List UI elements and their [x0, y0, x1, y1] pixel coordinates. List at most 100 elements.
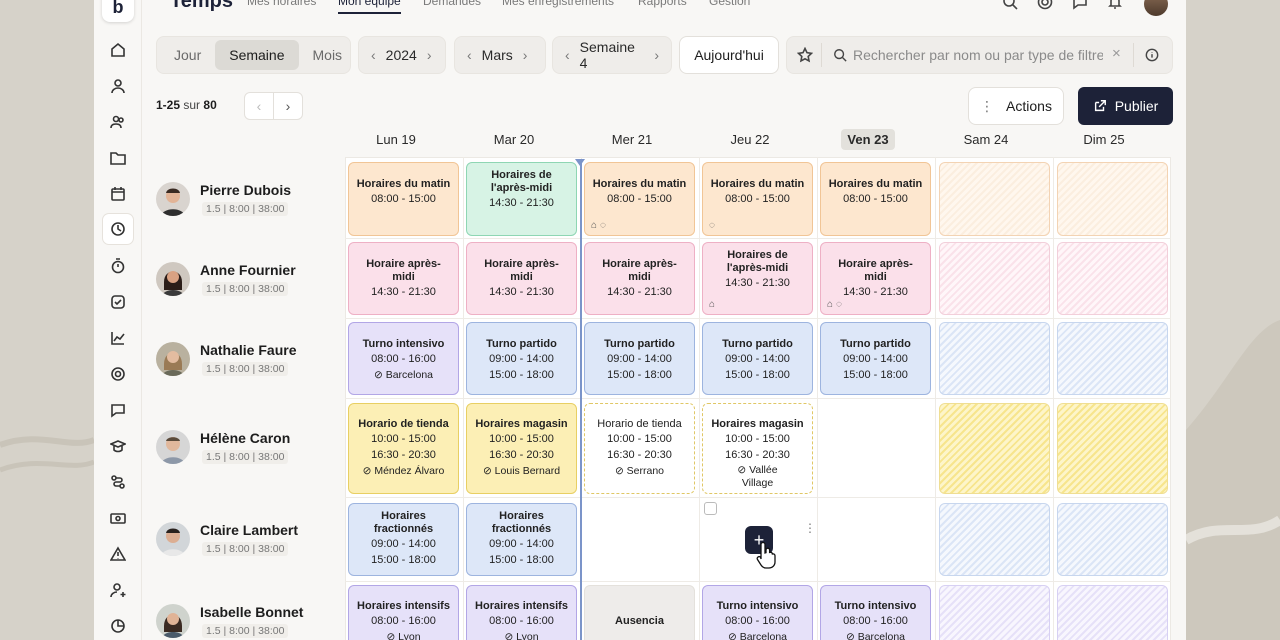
add-user-icon[interactable] [106, 578, 130, 602]
pagination-text: 1-25 sur 80 [156, 98, 217, 112]
weekend-cell[interactable] [1057, 162, 1168, 236]
weekend-cell[interactable] [1057, 403, 1168, 494]
weekend-cell[interactable] [939, 403, 1050, 494]
folder-icon[interactable] [106, 146, 130, 170]
user-avatar[interactable] [1144, 0, 1168, 16]
view-month-button[interactable]: Mois [299, 40, 357, 70]
weekend-cell[interactable] [939, 162, 1050, 236]
weekend-cell[interactable] [1057, 322, 1168, 395]
shift-card[interactable]: Horaires de l'après-midi 14:30 - 21:30 ⌂ [702, 242, 813, 315]
shift-card[interactable]: Turno partido 09:00 - 14:00 15:00 - 18:00 [820, 322, 931, 395]
year-label: 2024 [385, 47, 417, 63]
shift-card[interactable]: Turno partido 09:00 - 14:00 15:00 - 18:00 [584, 322, 695, 395]
weekend-cell[interactable] [1057, 585, 1168, 640]
app-logo[interactable]: b [102, 0, 134, 22]
bell-icon[interactable] [1107, 0, 1123, 10]
money-icon[interactable] [106, 506, 130, 530]
shift-card[interactable]: Horaires intensifs 08:00 - 16:00 ⊘ Lyon [466, 585, 577, 640]
shift-card[interactable]: Horaires du matin 08:00 - 15:00 ⌂ ◌ [584, 162, 695, 236]
team-icon[interactable] [106, 110, 130, 134]
employee-row[interactable]: Anne Fournier 1.5 | 8:00 | 38:00 [156, 262, 336, 302]
cell-checkbox[interactable] [704, 502, 717, 515]
absence-card[interactable]: Ausencia [584, 585, 695, 640]
home-icon[interactable] [106, 38, 130, 62]
workflow-icon[interactable] [106, 470, 130, 494]
nav-my-schedules[interactable]: Mes horaires [247, 0, 316, 8]
shift-card[interactable]: Horaires de l'après-midi 14:30 - 21:30 [466, 162, 577, 236]
pie-chart-icon[interactable] [106, 614, 130, 638]
search-input[interactable] [853, 45, 1103, 65]
shift-card[interactable]: Horaire après-midi 14:30 - 21:30 ⌂ ◌ [820, 242, 931, 315]
nav-reports[interactable]: Rapports [638, 0, 687, 8]
clock-icon[interactable] [103, 214, 133, 244]
shift-card[interactable]: Turno partido 09:00 - 14:00 15:00 - 18:00 [702, 322, 813, 395]
shift-card[interactable]: Horaires intensifs 08:00 - 16:00 ⊘ Lyon [348, 585, 459, 640]
weekend-cell[interactable] [939, 242, 1050, 315]
weekend-cell[interactable] [939, 503, 1050, 576]
shift-card[interactable]: Turno partido 09:00 - 14:00 15:00 - 18:00 [466, 322, 577, 395]
chat-icon[interactable] [106, 398, 130, 422]
search-icon[interactable] [1002, 0, 1018, 10]
today-button[interactable]: Aujourd'hui [679, 36, 779, 74]
next-page-button[interactable]: › [273, 92, 303, 120]
nav-requests[interactable]: Demandes [423, 0, 481, 8]
employee-row[interactable]: Hélène Caron 1.5 | 8:00 | 38:00 [156, 430, 336, 470]
view-week-button[interactable]: Semaine [215, 40, 299, 70]
weekend-cell[interactable] [1057, 242, 1168, 315]
view-switcher: Jour Semaine Mois [156, 36, 351, 74]
info-icon[interactable] [1145, 48, 1159, 62]
shift-card-draft[interactable]: Horaires magasin 10:00 - 15:00 16:30 - 20:… [702, 403, 813, 494]
employee-row[interactable]: Claire Lambert 1.5 | 8:00 | 38:00 [156, 522, 336, 562]
shift-card[interactable]: Horaires du matin 08:00 - 15:00 [820, 162, 931, 236]
shift-card[interactable]: Horaires fractionnés 09:00 - 14:00 15:00 -… [348, 503, 459, 576]
shift-card[interactable]: Horaires du matin 08:00 - 15:00 ◌ [702, 162, 813, 236]
shift-card[interactable]: Horaire après-midi 14:30 - 21:30 [466, 242, 577, 315]
shift-card[interactable]: Horaire après-midi 14:30 - 21:30 [348, 242, 459, 315]
checklist-icon[interactable] [106, 290, 130, 314]
kebab-icon[interactable]: ⋮ [804, 521, 816, 535]
brand-title: Temps [170, 0, 233, 12]
star-icon[interactable] [797, 47, 813, 63]
chart-icon[interactable] [106, 326, 130, 350]
shift-card[interactable]: Turno intensivo 08:00 - 16:00 ⊘ Barcelona [348, 322, 459, 395]
stopwatch-icon[interactable] [106, 254, 130, 278]
messages-icon[interactable] [1072, 0, 1088, 10]
nav-my-team[interactable]: Mon équipe [338, 0, 401, 14]
chevron-right-icon[interactable]: › [654, 47, 659, 63]
employee-row[interactable]: Isabelle Bonnet 1.5 | 8:00 | 38:00 [156, 604, 336, 640]
clear-icon[interactable]: × [1112, 45, 1121, 62]
shift-card[interactable]: Horaires du matin 08:00 - 15:00 [348, 162, 459, 236]
nav-management[interactable]: Gestion [709, 0, 750, 8]
search-icon [834, 49, 847, 62]
location-icon: ⊘ [386, 631, 399, 640]
shift-card[interactable]: Horaires fractionnés 09:00 - 14:00 15:00 -… [466, 503, 577, 576]
graduation-icon[interactable] [106, 434, 130, 458]
warning-icon[interactable] [106, 542, 130, 566]
settings-icon[interactable] [1037, 0, 1053, 10]
view-day-button[interactable]: Jour [160, 40, 215, 70]
calendar-icon[interactable] [106, 182, 130, 206]
target-icon[interactable] [106, 362, 130, 386]
weekend-cell[interactable] [1057, 503, 1168, 576]
weekend-cell[interactable] [939, 585, 1050, 640]
user-icon[interactable] [106, 74, 130, 98]
employee-row[interactable]: Pierre Dubois 1.5 | 8:00 | 38:00 [156, 182, 336, 222]
nav-my-records[interactable]: Mes enregistrements [502, 0, 614, 8]
actions-button[interactable]: ⋮ Actions [968, 87, 1064, 125]
weekend-cell[interactable] [939, 322, 1050, 395]
shift-card[interactable]: Horaires magasin 10:00 - 15:00 16:30 - 20:… [466, 403, 577, 494]
shift-card[interactable]: Horario de tienda 10:00 - 15:00 16:30 - 20… [348, 403, 459, 494]
chevron-left-icon[interactable]: ‹ [371, 47, 376, 63]
employee-row[interactable]: Nathalie Faure 1.5 | 8:00 | 38:00 [156, 342, 336, 382]
shift-card-draft[interactable]: Horario de tienda 10:00 - 15:00 16:30 - 20… [584, 403, 695, 494]
shift-card[interactable]: Horaire après-midi 14:30 - 21:30 [584, 242, 695, 315]
shift-card[interactable]: Turno intensivo 08:00 - 16:00 ⊘ Barcelona [702, 585, 813, 640]
shift-card[interactable]: Turno intensivo 08:00 - 16:00 ⊘ Barcelona [820, 585, 931, 640]
chevron-right-icon[interactable]: › [523, 47, 528, 63]
chevron-right-icon[interactable]: › [427, 47, 432, 63]
sidebar: b [94, 0, 142, 640]
prev-page-button[interactable]: ‹ [244, 92, 274, 120]
chevron-left-icon[interactable]: ‹ [565, 47, 570, 63]
chevron-left-icon[interactable]: ‹ [467, 47, 472, 63]
publish-button[interactable]: Publier [1078, 87, 1173, 125]
